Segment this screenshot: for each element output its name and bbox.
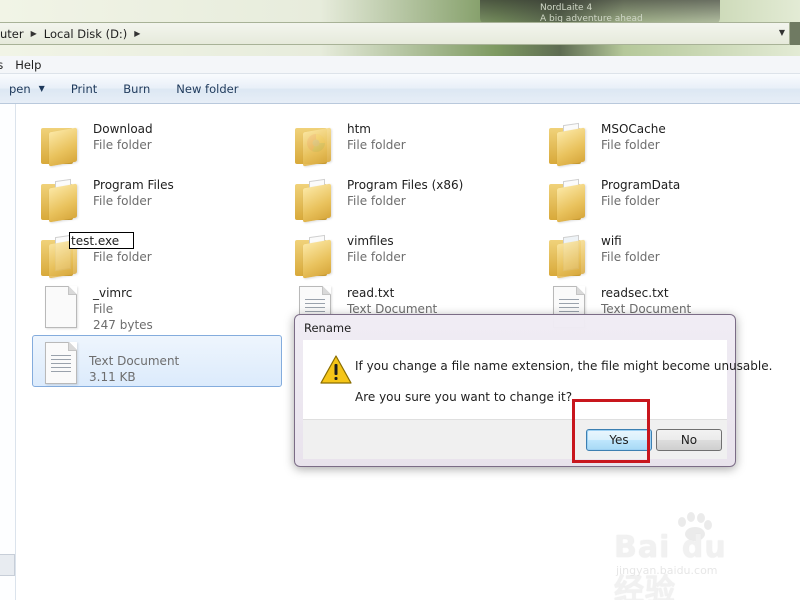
chevron-right-icon[interactable]: ▶ — [134, 29, 140, 38]
folder-icon — [291, 174, 339, 223]
dialog-title: Rename — [304, 321, 352, 335]
folder-icon — [37, 174, 85, 223]
list-item[interactable]: _vimrc File 247 bytes — [37, 278, 287, 334]
command-toolbar: pen ▼ Print Burn New folder — [0, 74, 800, 104]
list-item[interactable]: wifi File folder — [545, 226, 795, 279]
window-edge — [790, 22, 800, 45]
list-item[interactable]: Program Files (x86) File folder — [291, 170, 541, 223]
chevron-right-icon[interactable]: ▶ — [31, 29, 37, 38]
baidu-watermark: Bai du 经验 jingyan.baidu.com — [614, 512, 764, 600]
list-item-selected[interactable]: Text Document 3.11 KB — [32, 335, 282, 387]
folder-icon — [291, 118, 339, 167]
list-item[interactable]: Download File folder — [37, 114, 287, 167]
dialog-message: If you change a file name extension, the… — [355, 359, 773, 373]
folder-icon — [291, 230, 339, 279]
warning-icon — [320, 355, 352, 384]
burn-button[interactable]: Burn — [110, 82, 163, 96]
print-button[interactable]: Print — [58, 82, 110, 96]
folder-icon — [545, 118, 593, 167]
dialog-footer: Yes No — [303, 419, 727, 459]
window-top-area: NordLaite 4 A big adventure ahead uter ▶… — [0, 0, 800, 56]
menu-tools[interactable]: ls — [0, 58, 15, 72]
rename-dialog: Rename If you change a file name extensi… — [294, 314, 772, 467]
no-button[interactable]: No — [656, 429, 722, 451]
menu-help[interactable]: Help — [15, 58, 53, 72]
breadcrumb-local-disk[interactable]: Local Disk (D:) — [44, 27, 128, 41]
address-dropdown-icon[interactable]: ▼ — [779, 28, 785, 37]
text-document-icon — [37, 338, 85, 386]
blank-file-icon — [37, 282, 85, 330]
address-bar[interactable]: uter ▶ Local Disk (D:) ▶ ▼ — [0, 22, 790, 45]
dialog-question: Are you sure you want to change it? — [355, 390, 573, 404]
background-text-1: NordLaite 4 — [540, 3, 593, 13]
new-folder-button[interactable]: New folder — [163, 82, 251, 96]
annotation-highlight-box — [572, 399, 650, 463]
background-image-glare: NordLaite 4 A big adventure ahead — [480, 0, 720, 24]
open-button[interactable]: pen ▼ — [0, 82, 58, 96]
folder-icon — [545, 230, 593, 279]
list-item[interactable]: Program Files File folder — [37, 170, 287, 223]
nav-scrollbar[interactable] — [0, 554, 15, 576]
folder-icon — [545, 174, 593, 223]
rename-input[interactable] — [69, 232, 134, 249]
list-item[interactable]: ProgramData File folder — [545, 170, 795, 223]
chevron-down-icon: ▼ — [38, 84, 45, 93]
breadcrumb-computer[interactable]: uter — [0, 27, 24, 41]
watermark-url: jingyan.baidu.com — [616, 564, 718, 577]
navigation-pane[interactable] — [0, 104, 16, 600]
folder-icon — [37, 118, 85, 167]
dialog-body: If you change a file name extension, the… — [303, 340, 772, 419]
list-item[interactable]: vimfiles File folder — [291, 226, 541, 279]
list-item[interactable]: MSOCache File folder — [545, 114, 795, 167]
list-item[interactable]: htm File folder — [291, 114, 541, 167]
menu-bar: ls Help — [0, 56, 800, 74]
